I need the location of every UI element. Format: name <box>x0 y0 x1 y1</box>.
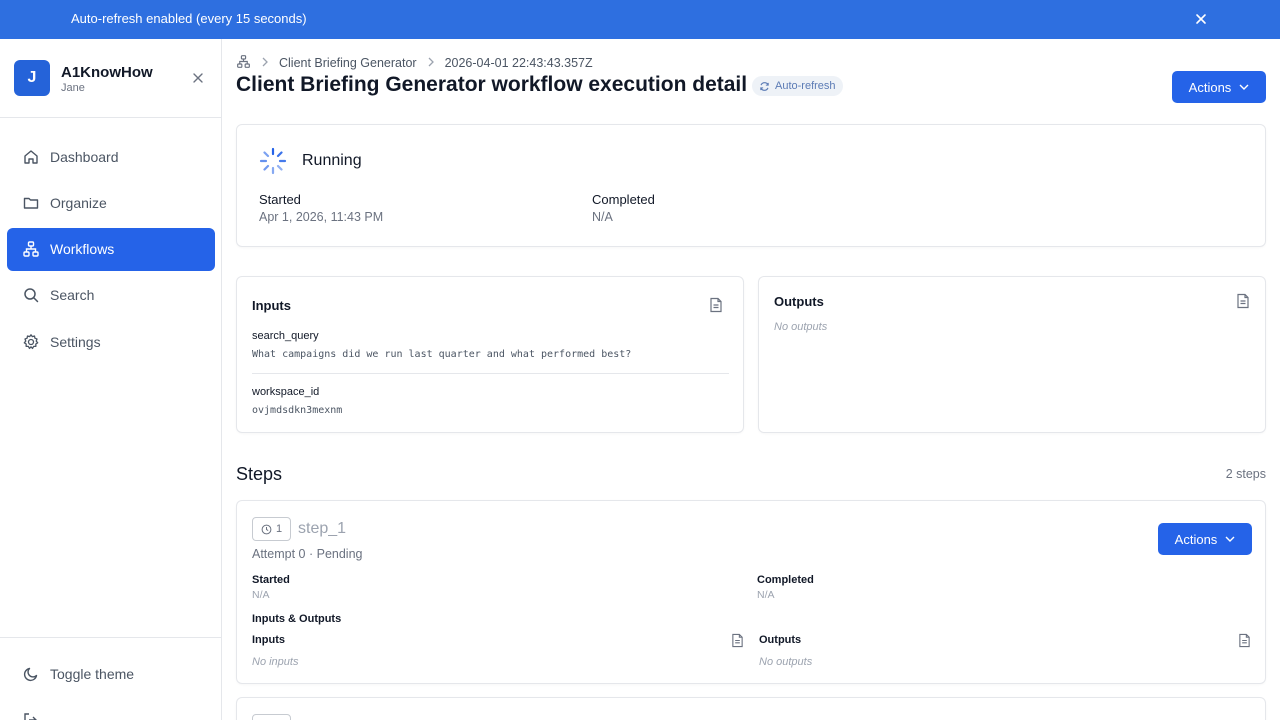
sidebar-item-workflows[interactable]: Workflows <box>7 227 215 271</box>
close-sidebar-icon[interactable] <box>190 70 206 86</box>
completed-value: N/A <box>592 210 613 224</box>
step-outputs-empty: No outputs <box>759 656 813 668</box>
actions-button[interactable]: Actions <box>1172 71 1266 103</box>
step-completed-value: N/A <box>757 589 775 601</box>
inputs-card: Inputs search_query What campaigns did w… <box>236 276 744 433</box>
sidebar-item-search[interactable]: Search <box>7 274 215 317</box>
spinner-icon <box>259 147 287 175</box>
divider <box>252 373 729 374</box>
auto-refresh-badge: Auto-refresh <box>752 76 843 96</box>
sidebar-item-organize[interactable]: Organize <box>7 181 215 224</box>
outputs-card: Outputs No outputs <box>758 276 1266 433</box>
toggle-theme-label: Toggle theme <box>50 665 135 682</box>
page-title: Client Briefing Generator workflow execu… <box>236 73 748 96</box>
sidebar-item-dashboard[interactable]: Dashboard <box>7 135 215 178</box>
sidebar: J A1KnowHow Jane Dashboard Organize Work… <box>0 39 222 720</box>
step-started-value: N/A <box>252 589 270 601</box>
actions-label: Actions <box>1174 531 1218 547</box>
folder-icon <box>22 194 40 212</box>
document-icon[interactable] <box>731 633 745 649</box>
close-icon[interactable] <box>1192 10 1210 28</box>
breadcrumb-execution: 2026-04-01 22:43:43.357Z <box>444 56 593 70</box>
started-label: Started <box>259 192 301 207</box>
sidebar-item-label: Search <box>50 287 95 304</box>
started-value: Apr 1, 2026, 11:43 PM <box>259 210 384 224</box>
outputs-empty: No outputs <box>774 321 828 333</box>
step-started-label: Started <box>252 574 290 586</box>
avatar: J <box>14 60 50 96</box>
outputs-title: Outputs <box>774 294 824 309</box>
sidebar-item-label: Settings <box>50 333 101 350</box>
chevron-right-icon <box>427 56 435 70</box>
sidebar-item-label: Organize <box>50 194 107 211</box>
chevron-down-icon <box>1225 536 1235 542</box>
inputs-title: Inputs <box>252 298 291 313</box>
input-key: workspace_id <box>252 386 320 398</box>
moon-icon <box>22 665 40 683</box>
search-icon <box>22 286 40 304</box>
toggle-theme-button[interactable]: Toggle theme <box>7 652 215 695</box>
step-io-label: Inputs & Outputs <box>252 613 342 625</box>
step-number-badge <box>252 714 291 720</box>
step-card <box>236 697 1266 720</box>
document-icon[interactable] <box>1236 293 1250 309</box>
actions-label: Actions <box>1188 79 1232 95</box>
clock-icon <box>261 524 272 534</box>
steps-count: 2 steps <box>1225 467 1266 481</box>
breadcrumb-workflow-link[interactable]: Client Briefing Generator <box>279 56 417 70</box>
step-name: step_1 <box>298 520 347 537</box>
step-actions-button[interactable]: Actions <box>1158 523 1252 555</box>
auto-refresh-banner: Auto-refresh enabled (every 15 seconds) <box>0 0 1280 39</box>
completed-label: Completed <box>592 192 655 207</box>
workflow-icon <box>22 240 40 258</box>
step-number-badge: 1 <box>252 517 291 541</box>
step-inputs-label: Inputs <box>252 634 285 646</box>
breadcrumb: Client Briefing Generator 2026-04-01 22:… <box>236 54 593 72</box>
step-outputs-label: Outputs <box>759 634 802 646</box>
chevron-right-icon <box>261 56 269 70</box>
sidebar-header: J A1KnowHow Jane <box>0 39 221 118</box>
step-number: 1 <box>275 523 283 535</box>
home-icon <box>22 148 40 166</box>
workflow-icon[interactable] <box>236 54 251 72</box>
sidebar-nav: Dashboard Organize Workflows Search Sett… <box>0 135 222 366</box>
document-icon[interactable] <box>1238 633 1252 649</box>
status-card: Running Started Apr 1, 2026, 11:43 PM Co… <box>236 124 1266 247</box>
step-attempt: Attempt 0 · Pending <box>252 547 363 561</box>
gear-icon <box>22 333 40 351</box>
input-key: search_query <box>252 330 319 342</box>
refresh-icon <box>760 81 769 91</box>
app-name: A1KnowHow <box>61 64 153 81</box>
input-value: What campaigns did we run last quarter a… <box>252 349 632 360</box>
step-inputs-empty: No inputs <box>252 656 299 668</box>
step-card: 1 step_1 Attempt 0 · Pending Actions Sta… <box>236 500 1266 684</box>
document-icon[interactable] <box>709 297 723 313</box>
sidebar-item-label: Dashboard <box>50 148 119 165</box>
sidebar-footer: Toggle theme <box>0 637 222 720</box>
input-value: ovjmdsdkn3mexnm <box>252 405 343 416</box>
user-name: Jane <box>61 82 85 94</box>
banner-text: Auto-refresh enabled (every 15 seconds) <box>71 11 307 26</box>
sidebar-item-label: Workflows <box>50 241 115 258</box>
status-label: Running <box>302 152 362 169</box>
sidebar-item-settings[interactable]: Settings <box>7 320 215 363</box>
chevron-down-icon <box>1239 84 1249 90</box>
sign-out-icon <box>22 711 40 720</box>
steps-title: Steps <box>236 464 283 484</box>
auto-refresh-label: Auto-refresh <box>775 80 836 92</box>
sign-out-button[interactable] <box>7 698 215 720</box>
step-completed-label: Completed <box>757 574 814 586</box>
